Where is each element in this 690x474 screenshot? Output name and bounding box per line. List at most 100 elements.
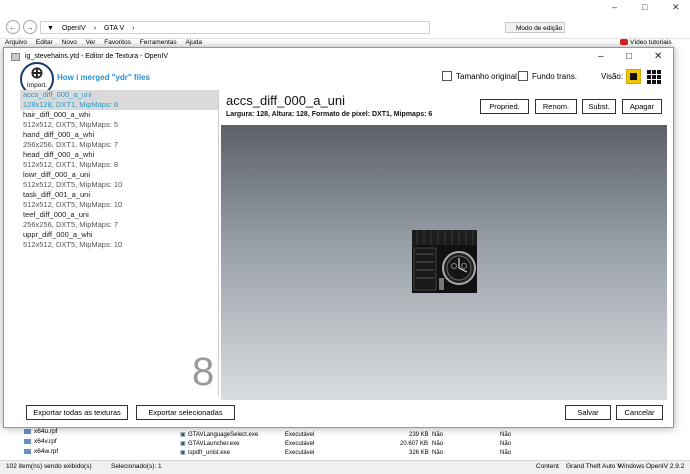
menu-help[interactable]: Ajuda	[185, 39, 202, 46]
file-name: GTAVLanguageSelect.exe	[188, 431, 258, 439]
texture-item[interactable]: head_diff_000_a_whi 512x512, DXT1, MipMa…	[20, 150, 218, 170]
minimize-icon[interactable]: –	[612, 2, 617, 12]
texture-preview-image	[412, 230, 477, 293]
texture-name: task_diff_001_a_uni	[23, 190, 90, 200]
view-label: Visão:	[601, 72, 623, 81]
app-icon	[11, 53, 20, 61]
dialog-minimize-icon[interactable]: –	[598, 48, 604, 66]
menu-new[interactable]: Novo	[62, 39, 77, 46]
file-size: 20.607 KB	[400, 440, 428, 448]
file-flag: Não	[500, 431, 511, 439]
original-size-checkbox[interactable]	[442, 71, 452, 81]
edit-mode-label: Modo de edição	[516, 25, 562, 32]
texture-properties-summary: Largura: 128, Altura: 128, Formato de pi…	[226, 111, 432, 118]
dialog-close-icon[interactable]: ✕	[654, 48, 662, 66]
menu-view[interactable]: Ver	[86, 39, 96, 46]
file-row[interactable]: ▣ GTAVLanguageSelect.exe Executável 239 …	[178, 431, 648, 439]
file-type: Executável	[285, 431, 314, 439]
menu-file[interactable]: Arquivo	[5, 39, 27, 46]
tree-item[interactable]: x64v.rpf	[24, 438, 57, 446]
texture-info: 512x512, DXT5, MipMaps: 10	[23, 240, 122, 250]
forward-icon[interactable]: →	[23, 20, 37, 34]
address-bar[interactable]: ▼OpenIV›GTA V›	[40, 21, 430, 34]
texture-info: 512x512, DXT5, MipMaps: 5	[23, 120, 118, 130]
status-bar: 102 item(ns) sendo exibido(s) Selecionad…	[0, 460, 690, 474]
file-size: 326 KB	[409, 449, 429, 457]
dialog-maximize-icon[interactable]: □	[626, 48, 632, 66]
status-os: Windows	[618, 461, 644, 473]
menu-favorites[interactable]: Favoritos	[104, 39, 131, 46]
status-items: 102 item(ns) sendo exibido(s)	[6, 461, 92, 473]
texture-item[interactable]: hand_diff_000_a_whi 256x256, DXT1, MipMa…	[20, 130, 218, 150]
tree-item[interactable]: x64w.rpf	[24, 448, 58, 456]
exe-icon: ▣	[180, 431, 186, 439]
texture-list: accs_diff_000_a_uni 128x128, DXT1, MipMa…	[20, 90, 219, 397]
detail-view-icon[interactable]	[626, 69, 641, 84]
cancel-button[interactable]: Cancelar	[616, 405, 663, 420]
texture-name: hand_diff_000_a_whi	[23, 130, 94, 140]
texture-item[interactable]: task_diff_001_a_uni 512x512, DXT5, MipMa…	[20, 190, 218, 210]
file-flag: Não	[500, 440, 511, 448]
texture-name: head_diff_000_a_whi	[23, 150, 94, 160]
video-tutorials-label: Vídeo tutoriais	[630, 39, 672, 46]
back-icon[interactable]: ←	[6, 20, 20, 34]
annotation-text: How i merged "ydr" files	[57, 73, 150, 82]
import-label: Import.	[22, 82, 52, 89]
texture-name: accs_diff_000_a_uni	[23, 90, 92, 100]
texture-item[interactable]: accs_diff_000_a_uni 128x128, DXT1, MipMa…	[20, 90, 218, 110]
tree-item-label: x64w.rpf	[34, 448, 58, 455]
tree-item-label: x64u.rpf	[34, 428, 58, 435]
archive-icon	[24, 429, 31, 434]
file-row[interactable]: ▣ GTAVLauncher.exe Executável 20.607 KB …	[178, 440, 648, 448]
texture-name: lowr_diff_000_a_uni	[23, 170, 90, 180]
texture-item[interactable]: hair_diff_000_a_whi 512x512, DXT5, MipMa…	[20, 110, 218, 130]
dialog-titlebar: ig_stevehains.ytd - Editor de Textura - …	[4, 48, 673, 66]
tree-item-label: x64v.rpf	[34, 438, 57, 445]
maximize-icon[interactable]: □	[642, 2, 647, 12]
texture-name: uppr_diff_000_a_whi	[23, 230, 93, 240]
file-flag: Não	[432, 449, 443, 457]
youtube-icon	[620, 39, 628, 45]
status-selected: Selecionado(s): 1	[111, 461, 162, 473]
texture-info: 512x512, DXT1, MipMaps: 8	[23, 160, 118, 170]
file-type: Executável	[285, 440, 314, 448]
file-type: Executável	[285, 449, 314, 457]
edit-mode-toggle[interactable]: Modo de edição	[505, 22, 565, 33]
texture-info: 128x128, DXT1, MipMaps: 6	[23, 100, 118, 110]
file-size: 239 KB	[409, 431, 429, 439]
file-name: ispdfr_unist.exe	[188, 449, 230, 457]
file-flag: Não	[432, 440, 443, 448]
texture-name: teef_diff_000_a_uni	[23, 210, 89, 220]
grid-view-icon[interactable]	[646, 69, 661, 84]
export-all-button[interactable]: Exportar todas as texturas	[26, 405, 128, 420]
close-icon[interactable]: ✕	[672, 2, 680, 13]
export-selected-button[interactable]: Exportar selecionadas	[136, 405, 235, 420]
replace-button[interactable]: Subst.	[582, 99, 616, 114]
texture-item[interactable]: teef_diff_000_a_uni 256x256, DXT5, MipMa…	[20, 210, 218, 230]
address-segment[interactable]: OpenIV	[62, 25, 86, 32]
exe-icon: ▣	[180, 449, 186, 457]
texture-item[interactable]: uppr_diff_000_a_whi 512x512, DXT5, MipMa…	[20, 230, 218, 250]
menu-tools[interactable]: Ferramentas	[140, 39, 177, 46]
status-content: Content	[536, 461, 559, 473]
texture-info: 512x512, DXT5, MipMaps: 10	[23, 180, 122, 190]
properties-button[interactable]: Propried.	[480, 99, 529, 114]
save-button[interactable]: Salvar	[565, 405, 611, 420]
original-size-label: Tamanho original	[456, 72, 517, 81]
file-flag: Não	[432, 431, 443, 439]
menu-edit[interactable]: Editar	[36, 39, 53, 46]
archive-icon	[24, 449, 31, 454]
plus-circle-icon: ⊕	[22, 66, 52, 82]
texture-info: 256x256, DXT1, MipMaps: 7	[23, 140, 118, 150]
rename-button[interactable]: Renom.	[535, 99, 577, 114]
address-segment[interactable]: GTA V	[104, 25, 124, 32]
file-flag: Não	[500, 449, 511, 457]
archive-icon	[24, 439, 31, 444]
texture-item[interactable]: lowr_diff_000_a_uni 512x512, DXT5, MipMa…	[20, 170, 218, 190]
transparent-bg-checkbox[interactable]	[518, 71, 528, 81]
file-row[interactable]: ▣ ispdfr_unist.exe Executável 326 KB Não…	[178, 449, 648, 457]
delete-button[interactable]: Apagar	[622, 99, 662, 114]
file-name: GTAVLauncher.exe	[188, 440, 239, 448]
tree-item[interactable]: x64u.rpf	[24, 428, 58, 436]
status-version: OpenIV 2.9.2	[646, 461, 684, 473]
